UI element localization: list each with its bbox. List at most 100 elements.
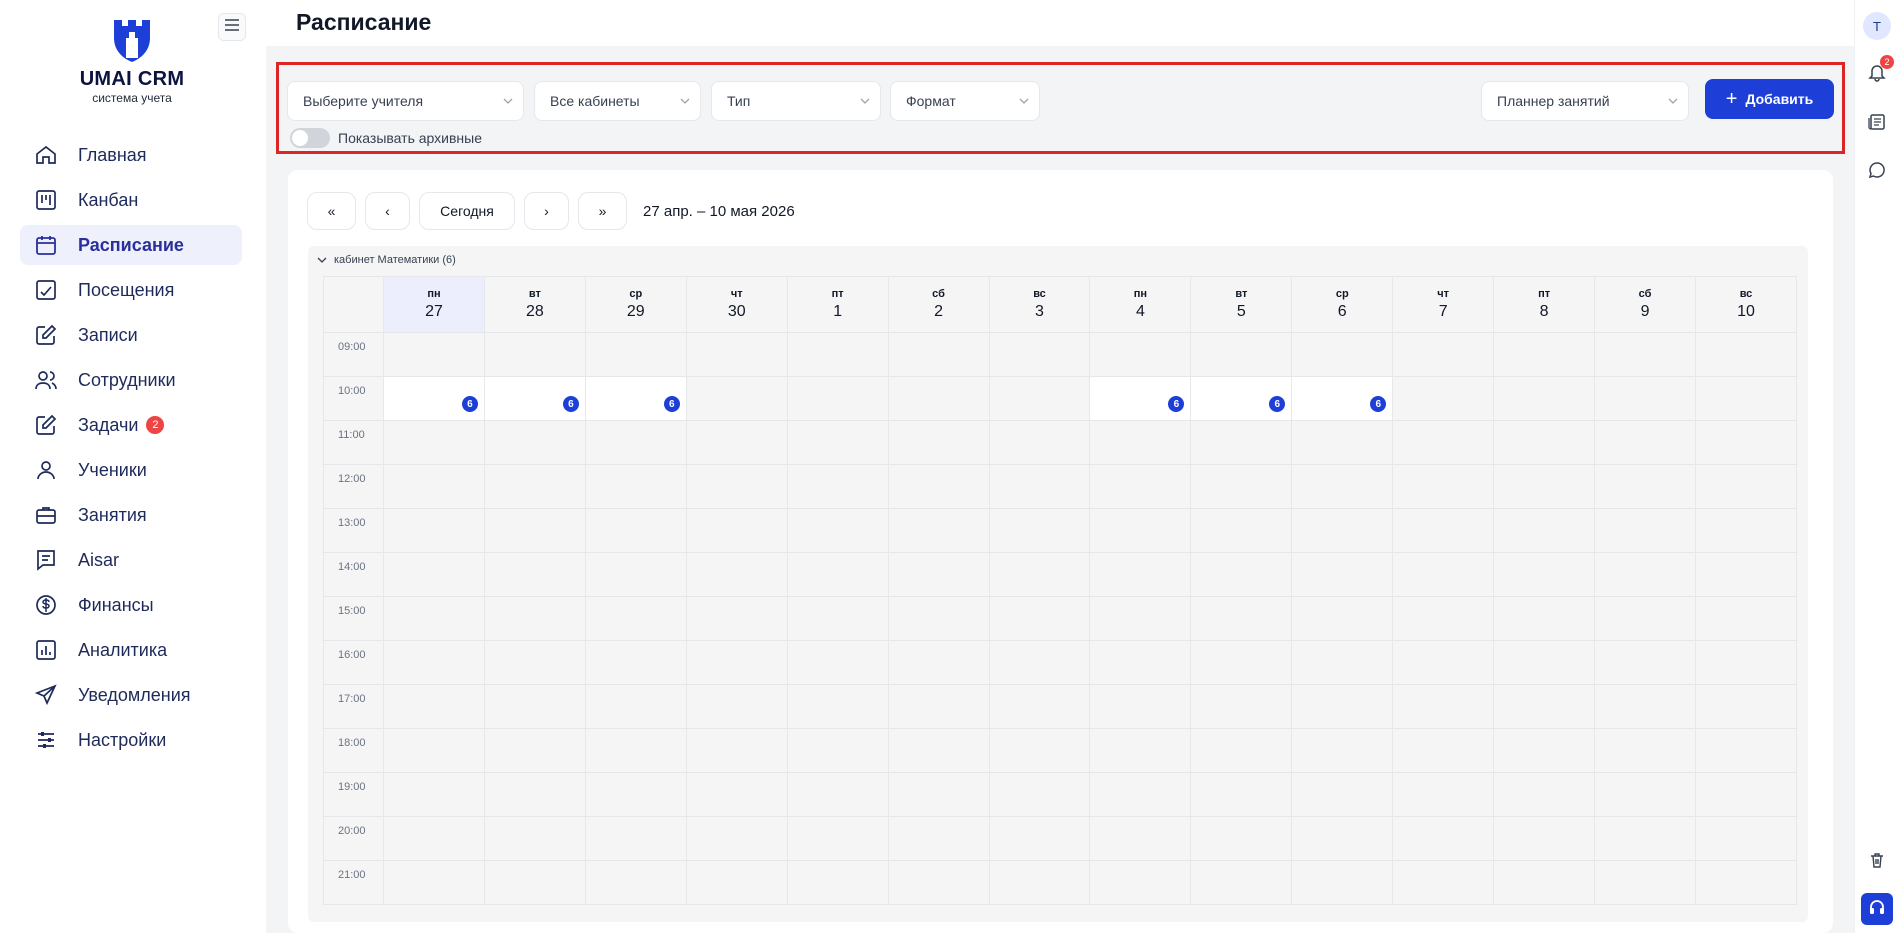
slot-cell[interactable] (1392, 464, 1495, 509)
slot-cell[interactable] (1594, 816, 1696, 861)
slot-cell[interactable] (1594, 420, 1696, 465)
slot-cell[interactable] (988, 464, 1091, 509)
slot-cell[interactable] (483, 552, 586, 597)
slot-cell[interactable] (1291, 728, 1394, 773)
slot-cell[interactable] (383, 332, 485, 377)
chat-icon[interactable] (1864, 157, 1890, 183)
type-select[interactable]: Тип (711, 81, 881, 121)
slot-cell[interactable] (1493, 772, 1596, 817)
slot-cell[interactable] (1291, 420, 1394, 465)
support-button[interactable] (1861, 893, 1893, 925)
slot-cell[interactable] (1694, 816, 1798, 861)
slot-cell[interactable] (1493, 684, 1596, 729)
slot-cell[interactable] (1594, 596, 1696, 641)
slot-cell[interactable] (887, 860, 990, 905)
slot-cell[interactable] (887, 508, 990, 553)
sidebar-item-8[interactable]: Занятия (20, 495, 242, 535)
slot-cell[interactable] (1594, 728, 1696, 773)
slot-cell[interactable] (383, 508, 485, 553)
slot-cell[interactable] (1190, 816, 1293, 861)
next-button[interactable]: › (524, 192, 569, 230)
slot-cell[interactable] (887, 420, 990, 465)
slot-cell[interactable] (483, 728, 586, 773)
slot-cell[interactable] (1392, 552, 1495, 597)
slot-cell[interactable] (988, 640, 1091, 685)
slot-cell[interactable] (483, 860, 586, 905)
slot-cell[interactable] (584, 640, 687, 685)
slot-cell[interactable] (1089, 772, 1192, 817)
sidebar-item-6[interactable]: Задачи 2 (20, 405, 242, 445)
slot-cell[interactable] (887, 728, 990, 773)
news-icon[interactable] (1864, 109, 1890, 135)
slot-cell[interactable] (786, 684, 889, 729)
slot-cell[interactable] (1089, 420, 1192, 465)
slot-cell[interactable] (483, 464, 586, 509)
slot-cell[interactable] (1291, 684, 1394, 729)
slot-cell[interactable] (1392, 420, 1495, 465)
sidebar-item-2[interactable]: Расписание (20, 225, 242, 265)
slot-cell[interactable] (483, 684, 586, 729)
slot-cell[interactable] (988, 772, 1091, 817)
slot-cell[interactable] (483, 508, 586, 553)
slot-cell[interactable] (383, 420, 485, 465)
slot-cell[interactable] (1594, 552, 1696, 597)
slot-cell[interactable] (1190, 772, 1293, 817)
teacher-select[interactable]: Выберите учителя (287, 81, 524, 121)
slot-cell[interactable] (1392, 376, 1495, 421)
slot-cell[interactable] (1392, 596, 1495, 641)
slot-cell[interactable] (1694, 640, 1798, 685)
slot-cell[interactable] (988, 508, 1091, 553)
today-button[interactable]: Сегодня (419, 192, 515, 230)
slot-cell[interactable] (1190, 552, 1293, 597)
slot-cell[interactable] (1291, 552, 1394, 597)
add-button[interactable]: + Добавить (1705, 79, 1834, 119)
slot-cell[interactable] (584, 772, 687, 817)
slot-cell[interactable] (584, 552, 687, 597)
slot-cell[interactable] (685, 640, 788, 685)
slot-cell[interactable] (584, 860, 687, 905)
slot-cell[interactable] (1190, 420, 1293, 465)
slot-cell[interactable] (584, 728, 687, 773)
slot-cell[interactable] (685, 860, 788, 905)
slot-cell[interactable] (1594, 772, 1696, 817)
slot-cell[interactable] (685, 464, 788, 509)
slot-cell[interactable] (988, 420, 1091, 465)
slot-cell[interactable] (887, 332, 990, 377)
slot-cell[interactable] (584, 816, 687, 861)
slot-cell[interactable] (1594, 684, 1696, 729)
slot-cell[interactable] (1694, 772, 1798, 817)
slot-cell[interactable] (584, 684, 687, 729)
slot-cell[interactable] (786, 508, 889, 553)
slot-cell[interactable] (584, 464, 687, 509)
slot-cell[interactable] (887, 772, 990, 817)
slot-cell[interactable] (1291, 640, 1394, 685)
sidebar-item-12[interactable]: Уведомления (20, 675, 242, 715)
slot-cell[interactable] (483, 596, 586, 641)
slot-cell[interactable] (988, 860, 1091, 905)
menu-toggle-button[interactable] (218, 13, 246, 41)
slot-cell[interactable] (786, 464, 889, 509)
slot-cell[interactable] (383, 596, 485, 641)
slot-cell[interactable] (1089, 816, 1192, 861)
slot-cell[interactable]: 6 (383, 376, 485, 421)
slot-cell[interactable] (1493, 332, 1596, 377)
slot-cell[interactable] (1493, 552, 1596, 597)
slot-cell[interactable] (584, 332, 687, 377)
slot-cell[interactable] (786, 420, 889, 465)
slot-cell[interactable] (584, 596, 687, 641)
slot-cell[interactable] (887, 376, 990, 421)
slot-cell[interactable] (887, 816, 990, 861)
slot-cell[interactable] (1694, 552, 1798, 597)
slot-cell[interactable] (383, 640, 485, 685)
slot-cell[interactable] (383, 816, 485, 861)
slot-cell[interactable] (1493, 640, 1596, 685)
slot-cell[interactable] (988, 596, 1091, 641)
slot-cell[interactable] (1392, 816, 1495, 861)
slot-cell[interactable] (685, 816, 788, 861)
slot-cell[interactable] (1291, 332, 1394, 377)
archive-toggle[interactable] (290, 128, 330, 148)
slot-cell[interactable] (1392, 772, 1495, 817)
slot-cell[interactable]: 6 (483, 376, 586, 421)
slot-cell[interactable] (1493, 860, 1596, 905)
slot-cell[interactable] (786, 552, 889, 597)
